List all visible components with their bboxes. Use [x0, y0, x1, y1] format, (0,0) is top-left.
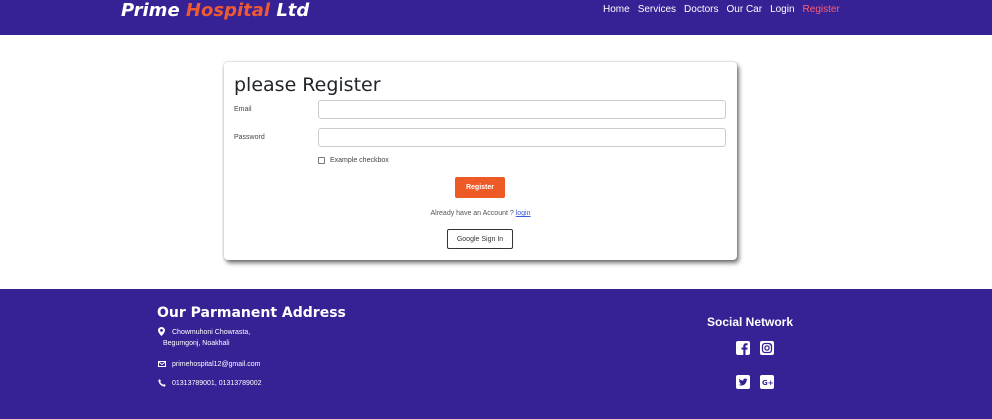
location-pin-icon: [157, 327, 166, 336]
nav-doctors[interactable]: Doctors: [684, 4, 718, 16]
password-field[interactable]: [318, 128, 726, 147]
google-plus-icon[interactable]: G+: [760, 375, 774, 389]
footer-phone: 01313789001, 01313789002: [172, 380, 262, 387]
brand-name-prime: Prime: [121, 0, 186, 21]
password-label: Password: [234, 134, 265, 141]
social-network-title: Social Network: [707, 315, 794, 329]
register-card: please Register Email Password Example c…: [224, 62, 737, 260]
register-button[interactable]: Register: [455, 177, 505, 198]
google-sign-in-button[interactable]: Google Sign In: [447, 229, 513, 249]
address-title: Our Parmanent Address: [157, 305, 346, 321]
address-line-2: Begumgonj, Noakhali: [163, 340, 230, 347]
top-navbar: Prime Hospital Ltd Home Services Doctors…: [0, 0, 992, 35]
nav-register[interactable]: Register: [803, 4, 840, 16]
phone-row: 01313789001, 01313789002: [157, 378, 262, 389]
login-prompt: Already have an Account ? login: [224, 210, 737, 217]
account-text: Already have an Account ?: [430, 210, 516, 217]
login-link[interactable]: login: [516, 210, 531, 217]
brand-name-ltd: Ltd: [270, 0, 310, 21]
main-nav: Home Services Doctors Our Car Login Regi…: [603, 4, 840, 16]
twitter-icon[interactable]: [736, 375, 750, 389]
envelope-icon: [157, 359, 166, 368]
example-checkbox[interactable]: [318, 157, 325, 164]
nav-login[interactable]: Login: [770, 4, 794, 16]
page-title: please Register: [234, 74, 381, 96]
phone-icon: [157, 378, 166, 387]
address-line-1: Chowmuhoni Chowrasta,: [172, 329, 251, 336]
checkbox-label: Example checkbox: [330, 157, 389, 164]
footer: Our Parmanent Address Chowmuhoni Chowras…: [0, 289, 992, 419]
instagram-icon[interactable]: [760, 341, 774, 355]
nav-home[interactable]: Home: [603, 4, 630, 16]
address-text: Chowmuhoni Chowrasta, Begumgonj, Noakhal…: [163, 327, 251, 349]
brand-name-hospital: Hospital: [185, 0, 271, 21]
facebook-icon[interactable]: [736, 341, 750, 355]
brand-logo[interactable]: Prime Hospital Ltd: [121, 0, 309, 22]
footer-email: primehospital12@gmail.com: [172, 361, 261, 368]
email-field[interactable]: [318, 100, 726, 119]
email-label: Email: [234, 106, 252, 113]
nav-our-car[interactable]: Our Car: [727, 4, 763, 16]
svg-text:G+: G+: [762, 379, 774, 387]
nav-services[interactable]: Services: [638, 4, 676, 16]
email-row: primehospital12@gmail.com: [157, 359, 260, 370]
checkbox-row: Example checkbox: [318, 157, 389, 164]
address-row: Chowmuhoni Chowrasta, Begumgonj, Noakhal…: [157, 327, 250, 349]
